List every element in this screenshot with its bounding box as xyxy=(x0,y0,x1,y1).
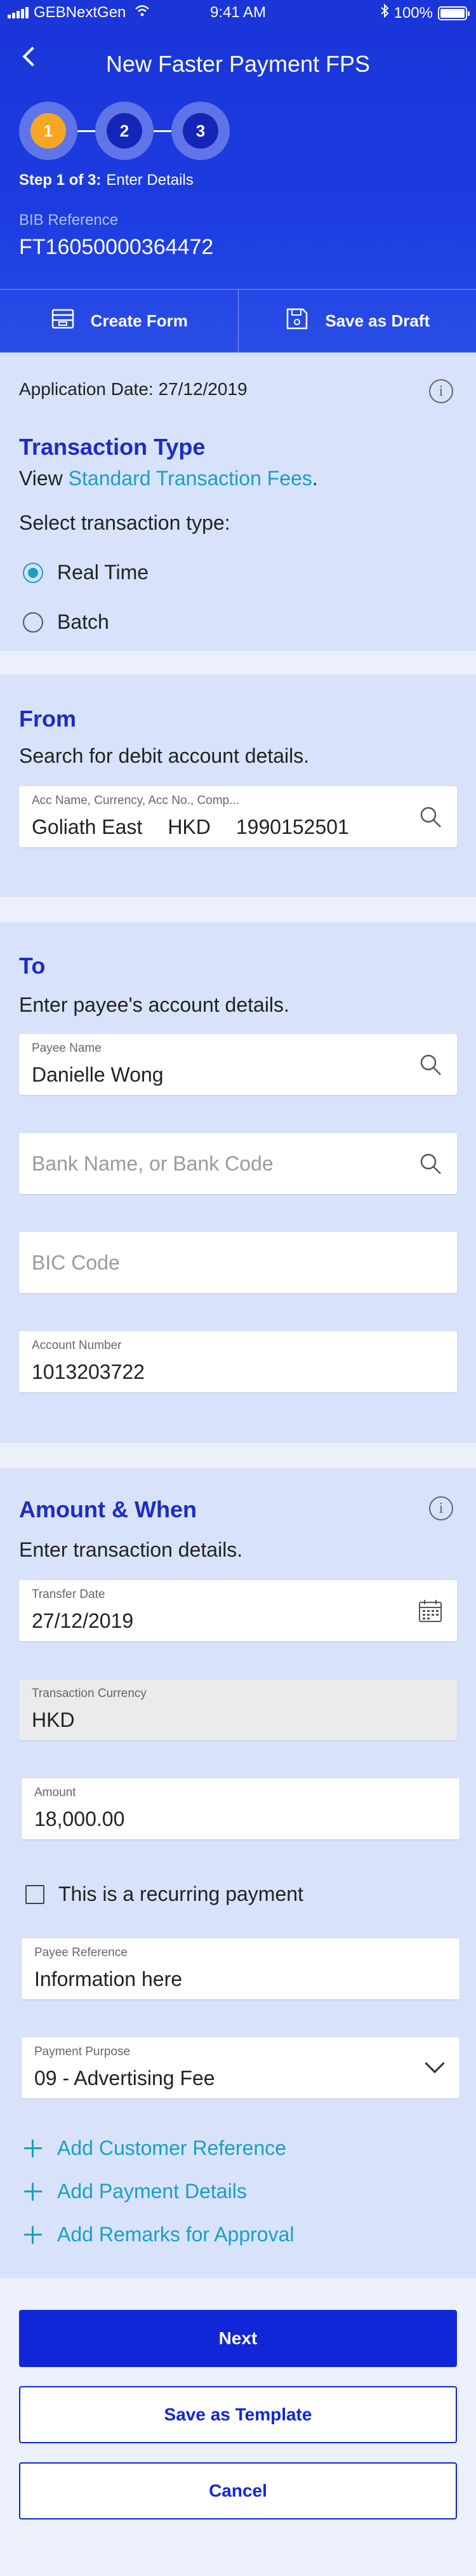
cancel-button[interactable]: Cancel xyxy=(19,2462,457,2519)
bib-reference-label: BIB Reference xyxy=(19,211,119,229)
radio-selected-icon[interactable] xyxy=(23,562,43,583)
chevron-down-icon[interactable] xyxy=(425,2053,445,2074)
plus-icon xyxy=(24,2225,42,2244)
step-name: Enter Details xyxy=(106,171,194,189)
to-title: To xyxy=(19,953,46,979)
step-prefix: Step 1 of 3: xyxy=(19,171,102,189)
account-number-field[interactable]: Account Number 1013203722 xyxy=(19,1331,457,1392)
header-actions: Create Form Save as Draft xyxy=(0,289,476,352)
bluetooth-icon xyxy=(380,3,389,22)
recurring-payment-checkbox[interactable]: This is a recurring payment xyxy=(25,1882,303,1906)
plus-icon xyxy=(24,2182,42,2201)
radio-unselected-icon[interactable] xyxy=(23,612,43,633)
transfer-date-value: 27/12/2019 xyxy=(32,1609,134,1632)
debit-account-value: Goliath East HKD 1990152501 xyxy=(32,815,349,838)
bib-reference-value: FT16050000364472 xyxy=(19,235,214,259)
bic-code-placeholder: BIC Code xyxy=(32,1251,120,1274)
radio-batch[interactable]: Batch xyxy=(23,610,109,634)
account-number-label: Account Number xyxy=(32,1339,122,1352)
create-form-button[interactable]: Create Form xyxy=(0,290,238,352)
save-icon xyxy=(284,306,310,336)
checkbox-icon[interactable] xyxy=(25,1884,44,1904)
search-icon[interactable] xyxy=(418,804,443,829)
stepper-line xyxy=(154,130,171,132)
stepper-line xyxy=(77,130,95,132)
bic-code-field[interactable]: BIC Code xyxy=(19,1232,457,1293)
transaction-type-section: Application Date: 27/12/2019 i Transacti… xyxy=(0,352,476,651)
from-title: From xyxy=(19,706,76,732)
battery-percent: 100% xyxy=(393,4,433,22)
payee-name-field[interactable]: Payee Name Danielle Wong xyxy=(19,1034,457,1095)
recurring-label: This is a recurring payment xyxy=(58,1882,303,1905)
bank-search-field[interactable]: Bank Name, or Bank Code xyxy=(19,1133,457,1194)
plus-icon xyxy=(24,2139,42,2157)
amount-subtitle: Enter transaction details. xyxy=(19,1538,243,1561)
fees-line: View Standard Transaction Fees. xyxy=(19,467,318,490)
step-indicator: Step 1 of 3: Enter Details xyxy=(19,171,194,189)
form-icon xyxy=(50,306,76,336)
amount-title: Amount & When xyxy=(19,1496,197,1522)
save-draft-label: Save as Draft xyxy=(325,311,430,330)
payment-purpose-select[interactable]: Payment Purpose 09 - Advertising Fee xyxy=(22,2037,459,2098)
calendar-icon[interactable] xyxy=(418,1598,443,1623)
to-section: To Enter payee's account details. Payee … xyxy=(0,922,476,1443)
standard-fees-link[interactable]: Standard Transaction Fees xyxy=(69,467,312,490)
step-3: 3 xyxy=(171,102,230,160)
amount-value: 18,000.00 xyxy=(34,1808,125,1830)
save-template-button[interactable]: Save as Template xyxy=(19,2386,457,2443)
payment-purpose-label: Payment Purpose xyxy=(34,2045,131,2058)
transaction-currency-value: HKD xyxy=(32,1708,75,1731)
payment-purpose-value: 09 - Advertising Fee xyxy=(34,2067,215,2090)
save-draft-button[interactable]: Save as Draft xyxy=(237,290,476,352)
status-bar: GEBNextGen 9:41 AM 100% xyxy=(0,0,476,25)
amount-label: Amount xyxy=(34,1786,76,1799)
create-form-label: Create Form xyxy=(90,311,188,330)
add-payment-details-link[interactable]: Add Payment Details xyxy=(24,2180,247,2203)
header: GEBNextGen 9:41 AM 100% New Faster Payme… xyxy=(0,0,476,352)
payee-reference-value: Information here xyxy=(34,1968,183,1990)
account-number-value: 1013203722 xyxy=(32,1360,145,1383)
transfer-date-label: Transfer Date xyxy=(32,1588,105,1601)
debit-account-label: Acc Name, Currency, Acc No., Comp... xyxy=(32,794,239,807)
payee-reference-label: Payee Reference xyxy=(34,1946,128,1959)
bank-search-placeholder: Bank Name, or Bank Code xyxy=(32,1152,274,1175)
transaction-type-title: Transaction Type xyxy=(19,434,206,460)
radio-real-time[interactable]: Real Time xyxy=(23,561,149,584)
amount-field[interactable]: Amount 18,000.00 xyxy=(22,1778,459,1839)
transaction-currency-field: Transaction Currency HKD xyxy=(19,1679,457,1740)
search-icon[interactable] xyxy=(418,1151,443,1176)
page: GEBNextGen 9:41 AM 100% New Faster Payme… xyxy=(0,0,476,2576)
select-type-label: Select transaction type: xyxy=(19,511,230,534)
next-button[interactable]: Next xyxy=(19,2310,457,2367)
application-date: Application Date: 27/12/2019 xyxy=(19,379,248,399)
add-remarks-link[interactable]: Add Remarks for Approval xyxy=(24,2223,294,2246)
amount-section: Amount & When i Enter transaction detail… xyxy=(0,1468,476,2278)
debit-account-field[interactable]: Acc Name, Currency, Acc No., Comp... Gol… xyxy=(19,786,457,847)
to-subtitle: Enter payee's account details. xyxy=(19,993,289,1016)
stepper: 1 2 3 xyxy=(19,102,230,160)
from-section: From Search for debit account details. A… xyxy=(0,674,476,897)
payee-name-label: Payee Name xyxy=(32,1042,102,1055)
step-2: 2 xyxy=(95,102,154,160)
payee-reference-field[interactable]: Payee Reference Information here xyxy=(22,1938,459,1999)
from-subtitle: Search for debit account details. xyxy=(19,744,310,767)
page-title: New Faster Payment FPS xyxy=(105,51,371,77)
step-1: 1 xyxy=(19,102,77,160)
battery-icon xyxy=(438,6,470,20)
search-icon[interactable] xyxy=(418,1052,443,1077)
info-icon[interactable]: i xyxy=(429,379,453,403)
transfer-date-field[interactable]: Transfer Date 27/12/2019 xyxy=(19,1580,457,1641)
transaction-currency-label: Transaction Currency xyxy=(32,1687,147,1700)
payee-name-value: Danielle Wong xyxy=(32,1063,164,1086)
add-customer-reference-link[interactable]: Add Customer Reference xyxy=(24,2137,286,2160)
info-icon[interactable]: i xyxy=(429,1496,453,1520)
